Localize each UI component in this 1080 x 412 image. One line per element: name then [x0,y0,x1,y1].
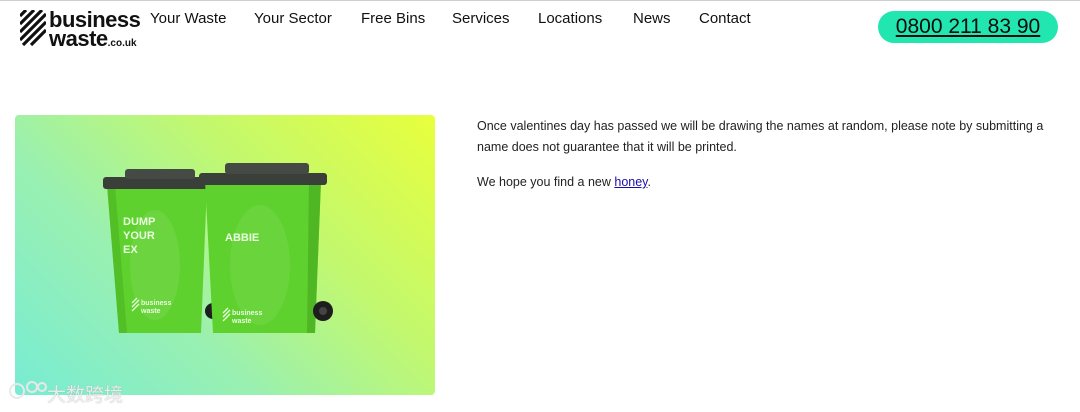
nav-item-contact[interactable]: Contact [699,10,751,27]
bin-left-line-1: DUMP [123,216,155,228]
nav-item-your-waste[interactable]: Your Waste [150,10,226,27]
nav-item-news[interactable]: News [633,10,671,27]
site-logo[interactable]: business waste.co.uk [20,7,141,51]
hero-image: DUMP YOUR EX business waste ABBIE busine… [15,115,435,395]
svg-text:waste: waste [140,308,161,315]
nav-item-locations[interactable]: Locations [538,10,602,27]
article-content: Once valentines day has passed we will b… [477,116,1067,207]
right-bin: ABBIE business waste [199,163,327,333]
watermark-logo-icon [9,381,47,399]
top-border [0,0,1080,1]
logo-text-waste: waste.co.uk [49,26,137,51]
nav-item-your-sector[interactable]: Your Sector [254,10,332,27]
bin-left-line-2: YOUR [123,230,155,242]
nav-item-services[interactable]: Services [452,10,510,27]
logo-stripes-icon [20,10,46,47]
paragraph-honey: We hope you find a new honey. [477,175,651,189]
paragraph-draw-info: Once valentines day has passed we will b… [477,119,1044,154]
phone-button[interactable]: 0800 211 83 90 [878,11,1058,43]
wheelie-bins-illustration: DUMP YOUR EX business waste ABBIE busine… [103,163,333,333]
bin-right-label: ABBIE [225,232,259,244]
watermark-text: 大数跨境 [47,384,124,406]
left-bin: DUMP YOUR EX business waste [103,169,211,333]
bin-left-line-3: EX [123,244,138,256]
svg-text:business: business [141,300,171,307]
honey-link[interactable]: honey [614,175,647,189]
nav-item-free-bins[interactable]: Free Bins [361,10,425,27]
logo-suffix: .co.uk [107,38,137,49]
svg-text:business: business [232,310,262,317]
svg-text:waste: waste [231,318,252,325]
